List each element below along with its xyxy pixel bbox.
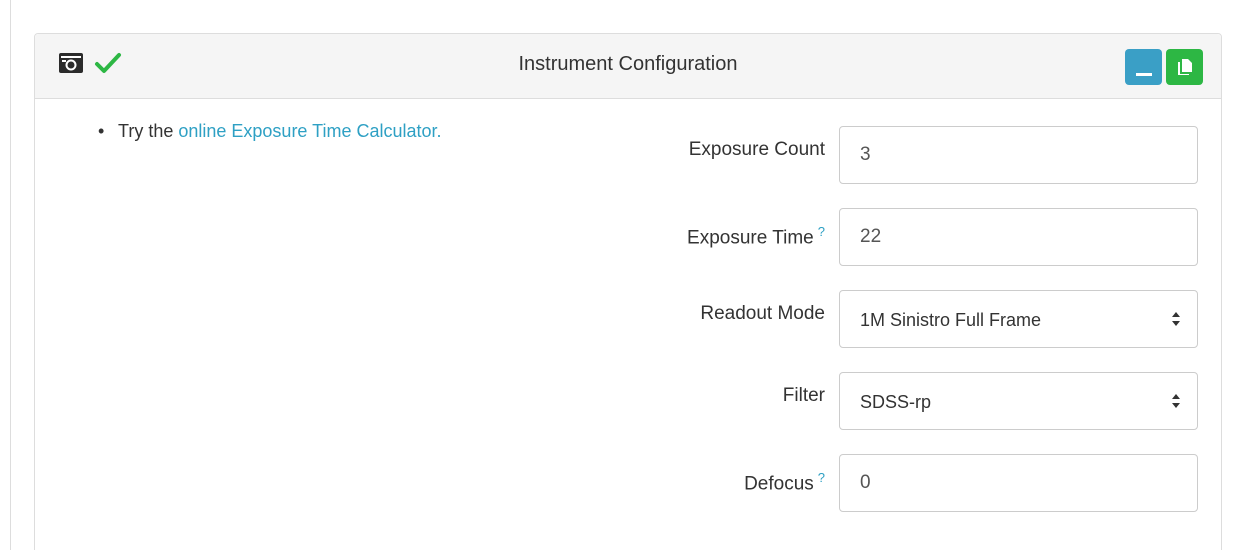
filter-label: Filter bbox=[782, 385, 825, 406]
tip-bullet: • bbox=[98, 121, 105, 141]
left-divider bbox=[10, 0, 11, 550]
select-arrows-icon bbox=[1172, 394, 1180, 408]
exposure-time-calculator-link[interactable]: online Exposure Time Calculator. bbox=[178, 121, 441, 141]
select-arrows-icon bbox=[1172, 312, 1180, 326]
exposure-time-row: Exposure Time? bbox=[595, 208, 1198, 266]
exposure-time-input[interactable] bbox=[839, 208, 1198, 266]
filter-value: SDSS-rp bbox=[860, 392, 932, 412]
minimize-icon bbox=[1135, 72, 1152, 76]
defocus-label: Defocus bbox=[744, 473, 814, 495]
readout-mode-select[interactable]: 1M Sinistro Full Frame bbox=[839, 290, 1198, 348]
defocus-input[interactable] bbox=[839, 454, 1198, 512]
defocus-help-icon[interactable]: ? bbox=[818, 470, 825, 485]
readout-mode-row: Readout Mode 1M Sinistro Full Frame bbox=[595, 290, 1198, 348]
instrument-configuration-panel: Instrument Configuration • Try the onlin… bbox=[34, 33, 1222, 550]
heading-buttons bbox=[1125, 49, 1203, 85]
exposure-time-label: Exposure Time bbox=[687, 227, 814, 249]
readout-mode-value: 1M Sinistro Full Frame bbox=[860, 310, 1042, 330]
exposure-time-label-wrap: Exposure Time? bbox=[687, 208, 825, 262]
panel-body: • Try the online Exposure Time Calculato… bbox=[35, 99, 1221, 550]
tip-list: • Try the online Exposure Time Calculato… bbox=[92, 121, 442, 142]
tip-prefix: Try the bbox=[118, 121, 179, 141]
page: Instrument Configuration • Try the onlin… bbox=[0, 0, 1238, 550]
filter-row: Filter SDSS-rp bbox=[595, 372, 1198, 430]
exposure-count-label: Exposure Count bbox=[688, 139, 825, 160]
readout-mode-label: Readout Mode bbox=[700, 303, 825, 324]
filter-select[interactable]: SDSS-rp bbox=[839, 372, 1198, 430]
minimize-button[interactable] bbox=[1125, 49, 1162, 85]
panel-title: Instrument Configuration bbox=[518, 53, 738, 75]
copy-icon bbox=[1177, 59, 1192, 75]
defocus-row: Defocus? bbox=[595, 454, 1198, 512]
exposure-count-input[interactable] bbox=[839, 126, 1198, 184]
exposure-count-row: Exposure Count bbox=[595, 126, 1198, 184]
panel-heading: Instrument Configuration bbox=[35, 34, 1221, 99]
copy-button[interactable] bbox=[1166, 49, 1203, 85]
tip-item: • Try the online Exposure Time Calculato… bbox=[92, 121, 442, 142]
exposure-time-help-icon[interactable]: ? bbox=[818, 224, 825, 239]
defocus-label-wrap: Defocus? bbox=[744, 454, 825, 508]
